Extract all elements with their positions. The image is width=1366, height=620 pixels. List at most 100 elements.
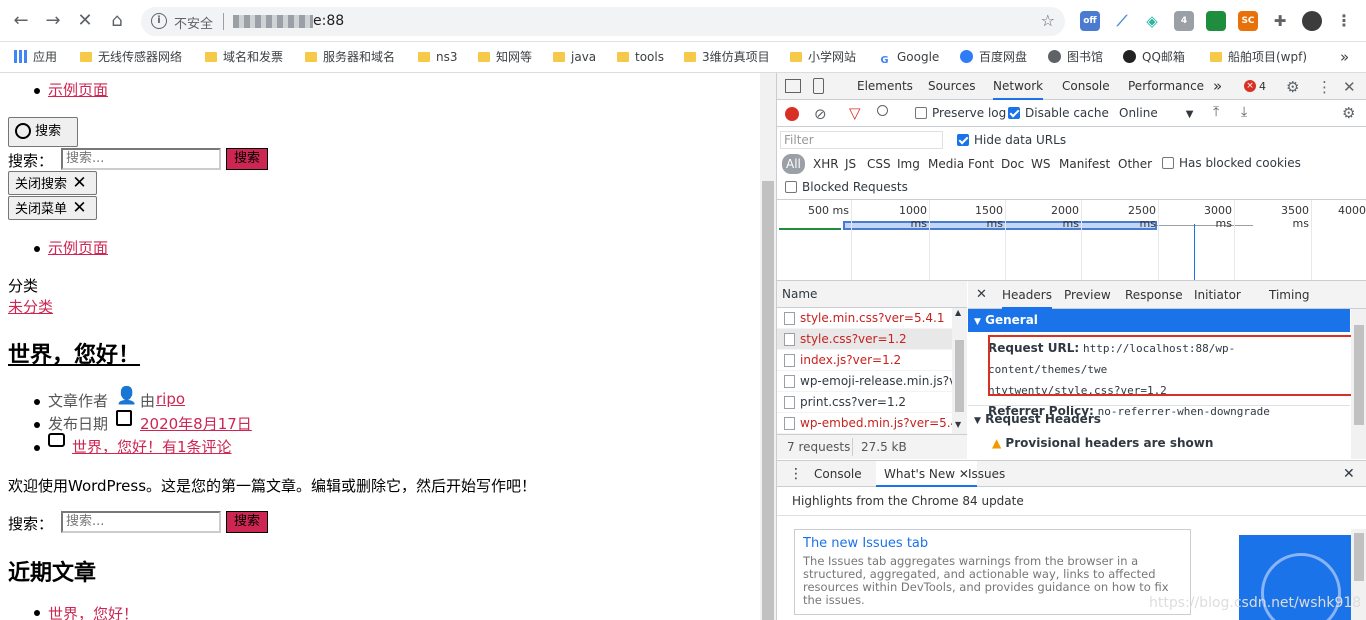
bookmark-folder[interactable]: tools — [617, 48, 664, 66]
close-drawer-icon[interactable]: ✕ — [1343, 466, 1355, 482]
checkbox-unchecked[interactable] — [1162, 157, 1174, 169]
scroll-down-icon[interactable]: ▼ — [955, 420, 961, 429]
menu-link-sample-page-2[interactable]: 示例页面 — [48, 237, 108, 258]
close-search-button[interactable]: 关闭搜索 ✕ — [8, 171, 97, 195]
forward-arrow-icon[interactable]: → — [42, 10, 64, 32]
request-headers-section-header[interactable]: ▼ Request Headers — [974, 412, 1101, 426]
bookmark-qq[interactable]: QQ邮箱 — [1123, 48, 1185, 66]
filter-funnel-icon[interactable]: ▽ — [849, 104, 861, 122]
bookmark-apps[interactable]: 应用 — [14, 48, 57, 66]
issues-card[interactable]: The new Issues tab The Issues tab aggreg… — [794, 529, 1191, 615]
back-arrow-icon[interactable]: ← — [10, 10, 32, 32]
tab-console[interactable]: Console — [1062, 73, 1110, 100]
search-input[interactable]: 搜索... — [61, 148, 221, 170]
bookmark-folder[interactable]: 服务器和域名 — [305, 48, 395, 66]
post-title[interactable]: 世界，您好！ — [8, 337, 140, 369]
extension-off-icon[interactable]: off — [1080, 11, 1100, 31]
meta-comments-link[interactable]: 世界，您好！有1条评论 — [72, 436, 232, 457]
drawer-tab-console[interactable]: Console — [814, 461, 862, 487]
close-devtools-icon[interactable]: ✕ — [1343, 78, 1356, 96]
filter-type-media[interactable]: Media — [928, 154, 964, 174]
error-count[interactable]: 4 — [1259, 73, 1266, 100]
category-link[interactable]: 未分类 — [8, 296, 53, 317]
preserve-log-checkbox[interactable]: Preserve log — [915, 106, 1006, 120]
diamond-extension-icon[interactable]: ◈ — [1142, 11, 1162, 31]
search-icon[interactable] — [877, 105, 888, 116]
detail-scrollbar[interactable] — [1351, 309, 1366, 459]
record-icon[interactable] — [785, 107, 799, 121]
hide-data-urls-checkbox[interactable]: Hide data URLs — [957, 133, 1066, 147]
checkbox-checked[interactable] — [1008, 107, 1020, 119]
filter-type-other[interactable]: Other — [1118, 154, 1152, 174]
name-column-header[interactable]: Name — [777, 281, 967, 308]
filter-input[interactable]: Filter — [780, 131, 943, 149]
bookmark-folder[interactable]: 无线传感器网络 — [80, 48, 182, 66]
search2-submit-button[interactable]: 搜索 — [226, 511, 268, 533]
request-row[interactable]: print.css?ver=1.2 — [777, 392, 952, 413]
filter-type-font[interactable]: Font — [968, 154, 994, 174]
green-extension-icon[interactable] — [1206, 11, 1226, 31]
gear-icon[interactable]: ⚙ — [1286, 78, 1299, 96]
filter-type-xhr[interactable]: XHR — [813, 154, 839, 174]
close-detail-icon[interactable]: ✕ — [976, 287, 987, 302]
home-icon[interactable]: ⌂ — [106, 10, 128, 32]
bookmark-folder[interactable]: 知网等 — [478, 48, 532, 66]
profile-avatar[interactable] — [1302, 11, 1322, 31]
detail-tab-initiator[interactable]: Initiator — [1194, 281, 1241, 309]
more-bookmarks-chevron-icon[interactable]: » — [1340, 48, 1349, 66]
detail-tab-timing[interactable]: Timing — [1269, 281, 1310, 309]
checkbox-unchecked[interactable] — [915, 107, 927, 119]
filter-type-ws[interactable]: WS — [1031, 154, 1050, 174]
bookmark-star-icon[interactable]: ☆ — [1041, 11, 1055, 30]
bookmark-folder[interactable]: ns3 — [418, 48, 458, 66]
scroll-up-icon[interactable]: ▲ — [955, 308, 961, 317]
recent-post-link[interactable]: 世界，您好！ — [48, 603, 138, 620]
request-list-scrollbar-thumb[interactable] — [955, 340, 964, 412]
bookmark-baidu[interactable]: 百度网盘 — [960, 48, 1027, 66]
has-blocked-cookies-checkbox[interactable]: Has blocked cookies — [1162, 156, 1301, 170]
bookmark-folder[interactable]: 小学网站 — [790, 48, 856, 66]
kebab-menu-icon[interactable]: ⋮ — [1317, 78, 1332, 96]
detail-tab-response[interactable]: Response — [1125, 281, 1183, 309]
sc-extension-icon[interactable]: SC — [1238, 11, 1258, 31]
request-row[interactable]: wp-embed.min.js?ver=5.4.1 — [777, 413, 952, 434]
stop-loading-icon[interactable]: ✕ — [74, 10, 96, 32]
checkbox-unchecked[interactable] — [785, 181, 797, 193]
menu-link-sample-page[interactable]: 示例页面 — [48, 79, 108, 100]
disable-cache-checkbox[interactable]: Disable cache — [1008, 106, 1109, 120]
checkbox-checked[interactable] — [957, 134, 969, 146]
request-row[interactable]: index.js?ver=1.2 — [777, 350, 952, 371]
inspect-element-icon[interactable] — [785, 79, 801, 93]
page-scrollbar[interactable] — [760, 73, 776, 620]
filter-type-js[interactable]: JS — [845, 154, 856, 174]
blocked-requests-checkbox[interactable]: Blocked Requests — [785, 180, 908, 194]
more-tabs-chevron-icon[interactable]: » — [1213, 73, 1222, 100]
filter-type-doc[interactable]: Doc — [1001, 154, 1024, 174]
bookmark-google[interactable]: G Google — [878, 48, 939, 66]
filter-type-all[interactable]: All — [782, 154, 805, 174]
request-row[interactable]: style.min.css?ver=5.4.1 — [777, 308, 952, 329]
close-menu-button[interactable]: 关闭菜单 ✕ — [8, 196, 97, 220]
drawer-menu-icon[interactable]: ⋮ — [789, 466, 803, 482]
issues-card-title[interactable]: The new Issues tab — [803, 536, 1182, 551]
counter-extension-icon[interactable]: 4 — [1174, 11, 1194, 31]
bookmark-globe[interactable]: 图书馆 — [1048, 48, 1103, 66]
upload-har-icon[interactable]: ⤒ — [1213, 104, 1219, 120]
network-overview-timeline[interactable]: 500 ms 1000 ms 1500 ms 2000 ms 2500 ms 3000 m… — [777, 200, 1366, 281]
kebab-menu-icon[interactable]: ⋮ — [1334, 11, 1354, 31]
drawer-scrollbar-thumb[interactable] — [1354, 533, 1364, 581]
search-toggle-button[interactable]: 搜索 — [8, 117, 78, 147]
request-row[interactable]: style.css?ver=1.2 — [777, 329, 952, 350]
search2-input[interactable]: 搜索... — [61, 511, 221, 533]
bookmark-folder[interactable]: java — [553, 48, 596, 66]
request-list-scrollbar[interactable]: ▲ ▼ — [952, 308, 967, 434]
feather-extension-icon[interactable]: ⟋ — [1112, 11, 1132, 31]
close-tab-icon[interactable]: ✕ — [955, 467, 969, 481]
network-settings-gear-icon[interactable]: ⚙ — [1342, 104, 1355, 122]
address-bar[interactable]: i 不安全 e:88 ☆ — [141, 7, 1065, 36]
search-submit-button[interactable]: 搜索 — [226, 148, 268, 170]
puzzle-extensions-icon[interactable]: ✚ — [1270, 11, 1290, 31]
info-icon[interactable]: i — [151, 13, 167, 29]
filter-type-img[interactable]: Img — [897, 154, 920, 174]
page-scrollbar-thumb[interactable] — [762, 181, 774, 620]
